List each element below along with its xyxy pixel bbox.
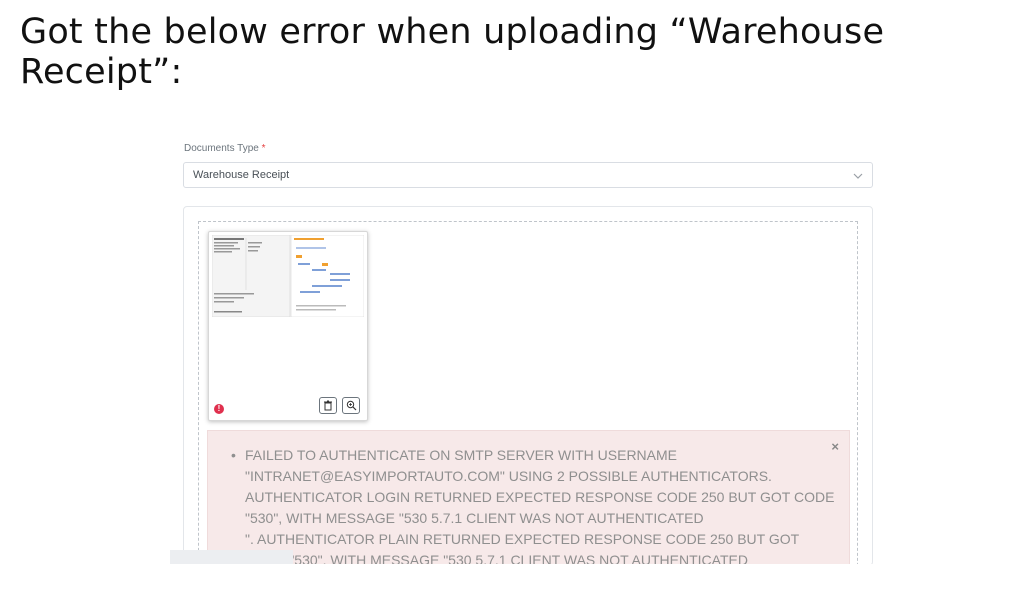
documents-type-label-text: Documents Type bbox=[184, 143, 259, 154]
slide-title: Got the below error when uploading “Ware… bbox=[20, 12, 885, 92]
zoom-file-button[interactable] bbox=[342, 397, 360, 414]
documents-type-label: Documents Type * bbox=[184, 143, 266, 154]
zoom-in-icon bbox=[346, 400, 357, 411]
file-preview-card: ! bbox=[208, 231, 368, 421]
exclamation-circle-icon: ! bbox=[214, 404, 224, 414]
error-alert: × FAILED TO AUTHENTICATE ON SMTP SERVER … bbox=[207, 430, 850, 565]
documents-type-value: Warehouse Receipt bbox=[193, 169, 290, 181]
required-mark: * bbox=[261, 143, 266, 154]
cropped-bar bbox=[170, 550, 293, 564]
upload-panel: ! × FAILED TO AUTHENTICATE bbox=[183, 206, 873, 566]
file-dropzone[interactable]: ! × FAILED TO AUTHENTICATE bbox=[198, 221, 858, 565]
chevron-down-icon bbox=[853, 173, 863, 179]
trash-icon bbox=[324, 400, 332, 411]
error-message: FAILED TO AUTHENTICATE ON SMTP SERVER WI… bbox=[231, 445, 835, 565]
documents-type-select[interactable]: Warehouse Receipt bbox=[183, 162, 873, 188]
file-thumbnail bbox=[212, 235, 364, 317]
delete-file-button[interactable] bbox=[319, 397, 337, 414]
screenshot-bottom-edge bbox=[170, 564, 880, 604]
error-list: FAILED TO AUTHENTICATE ON SMTP SERVER WI… bbox=[208, 445, 835, 565]
